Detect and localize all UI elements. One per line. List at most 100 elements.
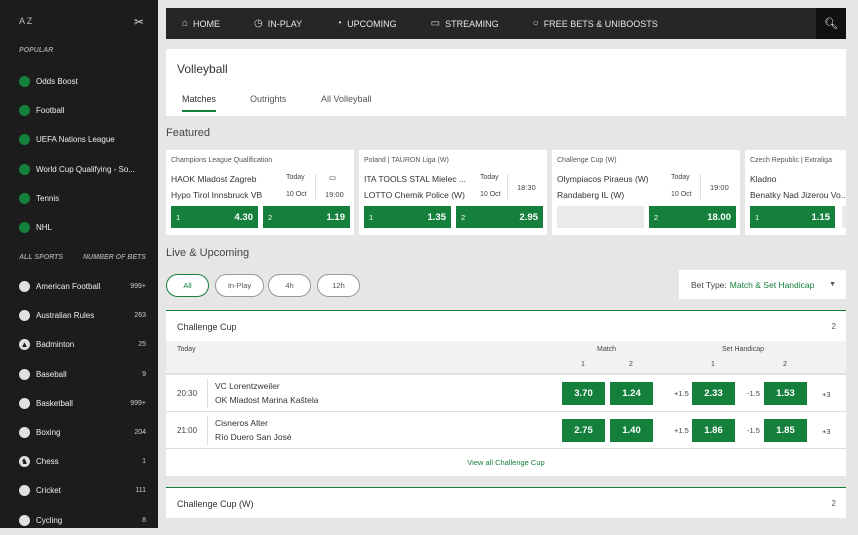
match-odds-1[interactable]: 3.70 <box>562 382 605 405</box>
filter-in-play[interactable]: In-Play <box>215 274 264 297</box>
sidebar-item-popular[interactable]: UEFA Nations League <box>0 125 158 154</box>
live-upcoming-heading: Live & Upcoming <box>166 247 250 259</box>
nav-upcoming[interactable]: ◔ UPCOMING <box>336 18 397 29</box>
group-challenge-cup[interactable]: Challenge Cup 2 <box>166 310 846 341</box>
sidebar-item-popular[interactable]: NHL <box>0 213 158 242</box>
sidebar-item-sport[interactable]: Baseball 9 <box>0 360 158 389</box>
sidebar-item-sport[interactable]: Basketball 999+ <box>0 389 158 418</box>
badminton-icon: ▲ <box>19 339 30 351</box>
table-row[interactable]: 21:00 Cisneros Alter Río Duero San José 2.7… <box>166 412 846 449</box>
match-day: 10 Oct <box>480 191 501 198</box>
sidebar-item-sport[interactable]: Cricket 111 <box>0 476 158 505</box>
odds-price: 18.00 <box>707 211 731 223</box>
odds-button[interactable]: 1 1.35 <box>364 206 451 228</box>
handicap-col-2: 2 <box>783 361 787 368</box>
sidebar-item-sport[interactable]: Cycling 8 <box>0 506 158 535</box>
sidebar-item-popular[interactable]: World Cup Qualifying - So... <box>0 155 158 184</box>
match-col-2: 2 <box>629 361 633 368</box>
odds-button-empty <box>842 206 846 228</box>
match-day: 10 Oct <box>671 191 692 198</box>
odds-price: 1.35 <box>427 211 447 223</box>
sidebar-item-popular[interactable]: Football <box>0 96 158 125</box>
nav-label: IN-PLAY <box>267 18 303 29</box>
search-button[interactable]: 🔍︎ <box>816 8 846 39</box>
football-icon <box>19 105 30 117</box>
sidebar-item-sport[interactable]: ♞ Chess 1 <box>0 447 158 476</box>
nav-free-bets-uniboosts[interactable]: ○ FREE BETS & UNIBOOSTS <box>533 18 658 29</box>
odds-price: 2.95 <box>519 211 539 223</box>
pin-icon[interactable]: ✂ <box>134 15 144 29</box>
match-time: 21:00 <box>177 426 198 435</box>
handicap-col-1: 1 <box>711 361 715 368</box>
handicap-odds-1[interactable]: 1.86 <box>692 419 735 442</box>
team-1: Olympiacos Piraeus (W) <box>557 174 649 184</box>
bet-type-dropdown[interactable]: Bet Type: Match & Set Handicap ▼ <box>679 270 846 299</box>
featured-card[interactable]: Czech Republic | Extraliga Kladno Benatky … <box>745 150 848 235</box>
sidebar-top: A Z ✂ <box>0 0 158 42</box>
handicap-odds-2[interactable]: 1.85 <box>764 419 807 442</box>
odds-button[interactable]: 1 1.15 <box>750 206 835 228</box>
top-nav: ⌂ HOME ◷ IN-PLAY ◔ UPCOMING ▭ STREAMING ○ FREE BE… <box>166 8 846 39</box>
nav-home[interactable]: ⌂ HOME <box>182 18 220 29</box>
divider <box>507 174 508 199</box>
match-odds-2[interactable]: 1.24 <box>610 382 653 405</box>
table-header: Today Match Set Handicap 1 2 1 2 <box>166 341 846 374</box>
filter-4h[interactable]: 4h <box>268 274 311 297</box>
handicap-odds-2[interactable]: 1.53 <box>764 382 807 405</box>
stream-icon[interactable]: ▭ <box>329 173 336 182</box>
odds-button[interactable]: 1 4.30 <box>171 206 258 228</box>
odds-button[interactable]: 2 18.00 <box>649 206 736 228</box>
page-header: Volleyball Matches Outrights All Volleyb… <box>166 49 846 116</box>
featured-card[interactable]: Champions League Qualification HAOK Mlado… <box>166 150 354 235</box>
match-odds-2[interactable]: 1.40 <box>610 419 653 442</box>
odds-button[interactable]: 2 1.19 <box>263 206 350 228</box>
sidebar: A Z ✂ Popular Odds Boost Football UEFA Nat… <box>0 0 158 528</box>
tab-outrights[interactable]: Outrights <box>250 94 287 104</box>
nav-streaming[interactable]: ▭ STREAMING <box>431 18 499 29</box>
more-markets-link[interactable]: +3 <box>822 427 831 436</box>
featured-card[interactable]: Challenge Cup (W) Olympiacos Piraeus (W) R… <box>552 150 740 235</box>
team-2: OK Mladost Marina Kaštela <box>215 395 319 405</box>
group-challenge-cup-w[interactable]: Challenge Cup (W) 2 <box>166 487 846 518</box>
nav-in-play[interactable]: ◷ IN-PLAY <box>254 18 302 29</box>
streaming-icon: ▭ <box>430 18 441 29</box>
sidebar-item-sport[interactable]: American Football 999+ <box>0 272 158 301</box>
sidebar-item-popular[interactable]: Tennis <box>0 184 158 213</box>
match-odds-1[interactable]: 2.75 <box>562 419 605 442</box>
featured-card[interactable]: Poland | TAURON Liga (W) ITA TOOLS STAL M… <box>359 150 547 235</box>
handicap-odds-1[interactable]: 2.33 <box>692 382 735 405</box>
team-2: Benatky Nad Jizerou Vo... <box>750 190 848 200</box>
odds-price: 4.30 <box>234 211 254 223</box>
tennis-icon <box>19 192 30 204</box>
page-title: Volleyball <box>177 62 228 76</box>
odds-button[interactable]: 2 2.95 <box>456 206 543 228</box>
nav-label: UPCOMING <box>347 18 397 29</box>
match-time: 20:30 <box>177 389 198 398</box>
team-2: Río Duero San José <box>215 432 292 442</box>
filter-all[interactable]: All <box>166 274 209 297</box>
sidebar-item-count: 8 <box>142 516 146 524</box>
sidebar-item-sport[interactable]: Australian Rules 263 <box>0 301 158 330</box>
football-icon <box>19 163 30 175</box>
competition-name: Challenge Cup (W) <box>557 157 617 164</box>
az-sort-icon[interactable]: A Z <box>19 16 32 26</box>
sidebar-item-sport[interactable]: ▲ Badminton 25 <box>0 330 158 359</box>
number-of-bets-heading: Number of Bets <box>83 254 146 261</box>
filter-12h[interactable]: 12h <box>317 274 360 297</box>
sidebar-item-label: Baseball <box>36 369 67 379</box>
search-icon: 🔍︎ <box>824 18 838 30</box>
competition-name: Czech Republic | Extraliga <box>750 157 832 164</box>
more-markets-link[interactable]: +3 <box>822 390 831 399</box>
bet-type-label: Bet Type: <box>691 279 727 290</box>
group-count: 2 <box>831 499 836 508</box>
tab-matches[interactable]: Matches <box>182 94 217 112</box>
view-all-challenge-cup-link[interactable]: View all Challenge Cup <box>166 449 846 476</box>
divider <box>207 416 208 445</box>
divider <box>700 174 701 199</box>
sidebar-item-sport[interactable]: Boxing 204 <box>0 418 158 447</box>
match-date: Today <box>671 174 690 181</box>
tab-all-volleyball[interactable]: All Volleyball <box>321 94 372 104</box>
sidebar-item-popular[interactable]: Odds Boost <box>0 67 158 96</box>
sidebar-item-label: Tennis <box>36 193 60 203</box>
table-row[interactable]: 20:30 VC Lorentzweiler OK Mladost Marina K… <box>166 375 846 412</box>
